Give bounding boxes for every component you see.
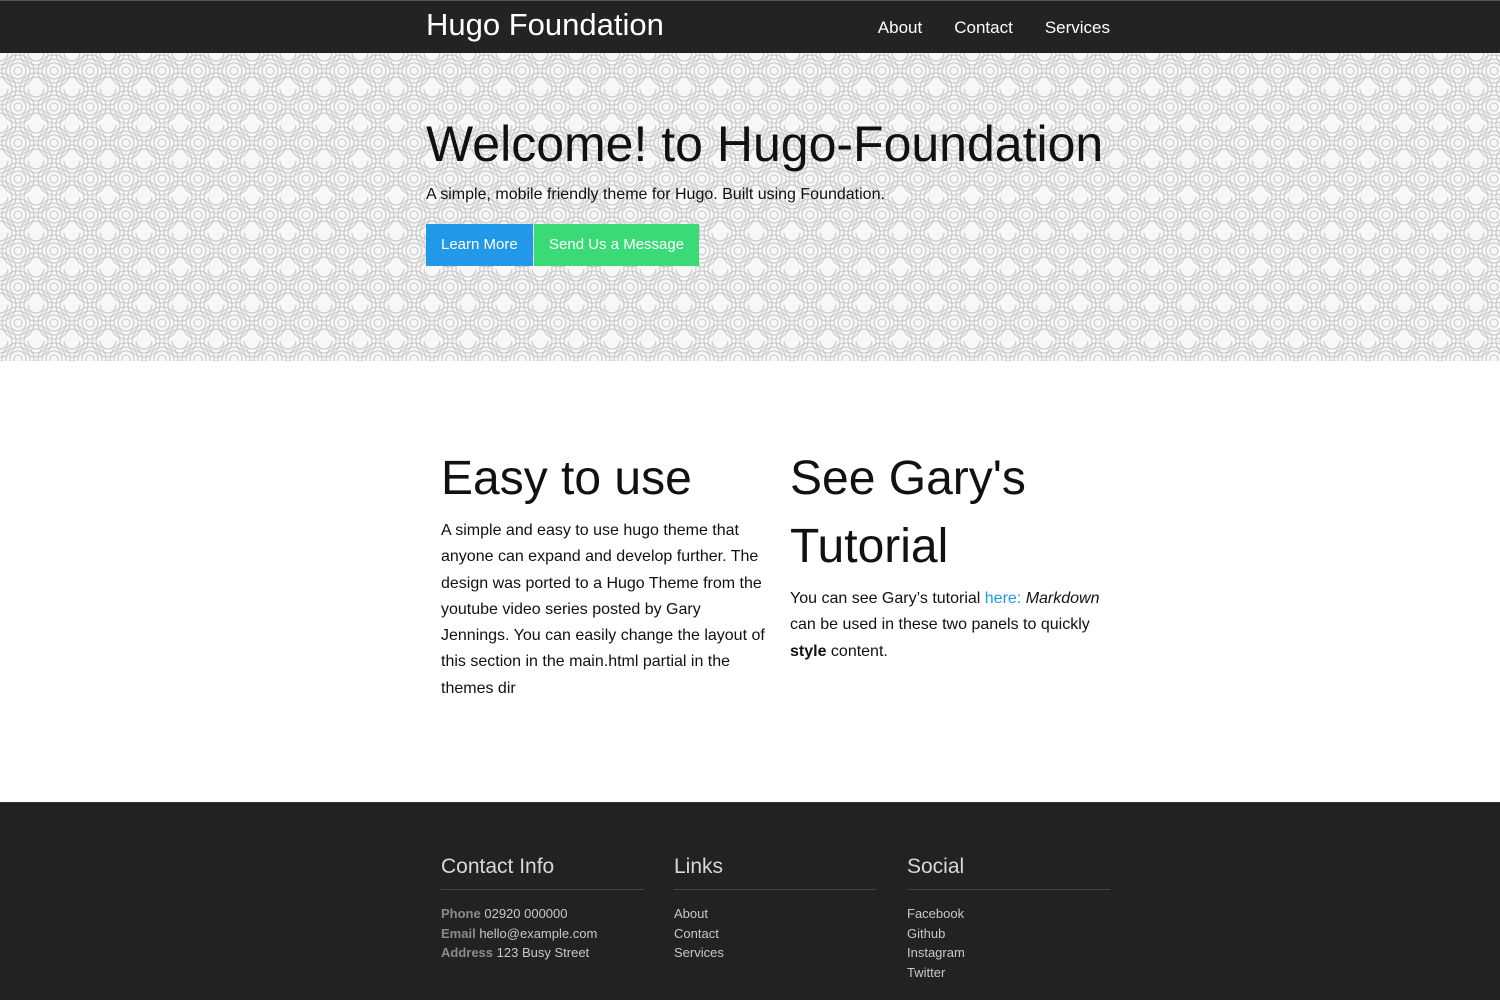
social-link-github[interactable]: Github (907, 924, 1110, 944)
social-link-twitter[interactable]: Twitter (907, 963, 1110, 983)
hero-section: Welcome! to Hugo-Foundation A simple, mo… (0, 53, 1500, 361)
contact-label: Email (441, 925, 476, 941)
footer-links-column: Links About Contact Services (674, 855, 877, 963)
style-strong: style (790, 642, 827, 660)
panel-body: A simple and easy to use hugo theme that… (441, 522, 765, 697)
site-brand[interactable]: Hugo Foundation (426, 7, 664, 43)
footer-link-services[interactable]: Services (674, 943, 877, 963)
hero-title: Welcome! to Hugo-Foundation (426, 116, 1104, 172)
footer-heading: Contact Info (441, 855, 644, 890)
top-bar: Hugo Foundation About Contact Services (0, 0, 1500, 53)
footer-social-column: Social Facebook Github Instagram Twitter (907, 855, 1110, 982)
contact-address: Address 123 Busy Street (441, 943, 644, 963)
footer-heading: Links (674, 855, 877, 890)
contact-phone: Phone 02920 000000 (441, 904, 644, 924)
contact-label: Address (441, 945, 494, 960)
contact-email: Email hello@example.com (441, 924, 644, 944)
social-link-instagram[interactable]: Instagram (907, 943, 1110, 963)
footer-heading: Social (907, 855, 1110, 890)
contact-value: 123 Busy Street (496, 945, 590, 960)
contact-value: hello@example.com (479, 925, 598, 941)
main-nav: About Contact Services (878, 18, 1110, 38)
markdown-emphasis: Markdown (1025, 590, 1100, 607)
nav-about[interactable]: About (878, 18, 922, 38)
contact-value: 02920 000000 (484, 906, 568, 921)
site-footer: Contact Info Phone 02920 000000 Email he… (0, 802, 1500, 1000)
tutorial-link[interactable]: here: (985, 590, 1021, 607)
footer-link-contact[interactable]: Contact (674, 924, 877, 944)
hero-background-pattern (0, 53, 1500, 361)
social-link-facebook[interactable]: Facebook (907, 904, 1110, 924)
footer-link-about[interactable]: About (674, 904, 877, 924)
panel-title: Easy to use (441, 452, 692, 505)
panel-easy-to-use: Easy to use A simple and easy to use hug… (441, 445, 766, 702)
nav-contact[interactable]: Contact (954, 18, 1013, 38)
panel-body: You can see Gary’s tutorial here: Markdo… (790, 586, 1110, 665)
nav-services[interactable]: Services (1045, 18, 1110, 38)
learn-more-button[interactable]: Learn More (426, 224, 533, 266)
panel-text: can be used in these two panels to quick… (790, 616, 1090, 634)
send-message-button[interactable]: Send Us a Message (534, 224, 700, 266)
hero-subtitle: A simple, mobile friendly theme for Hugo… (426, 186, 885, 203)
panel-tutorial: See Gary's Tutorial You can see Gary’s t… (790, 445, 1115, 665)
footer-contact-column: Contact Info Phone 02920 000000 Email he… (441, 855, 644, 963)
panel-text: content. (826, 642, 888, 660)
panel-text: You can see Gary’s tutorial (790, 590, 985, 607)
panel-title: See Gary's Tutorial (790, 452, 1026, 573)
contact-label: Phone (441, 906, 481, 921)
